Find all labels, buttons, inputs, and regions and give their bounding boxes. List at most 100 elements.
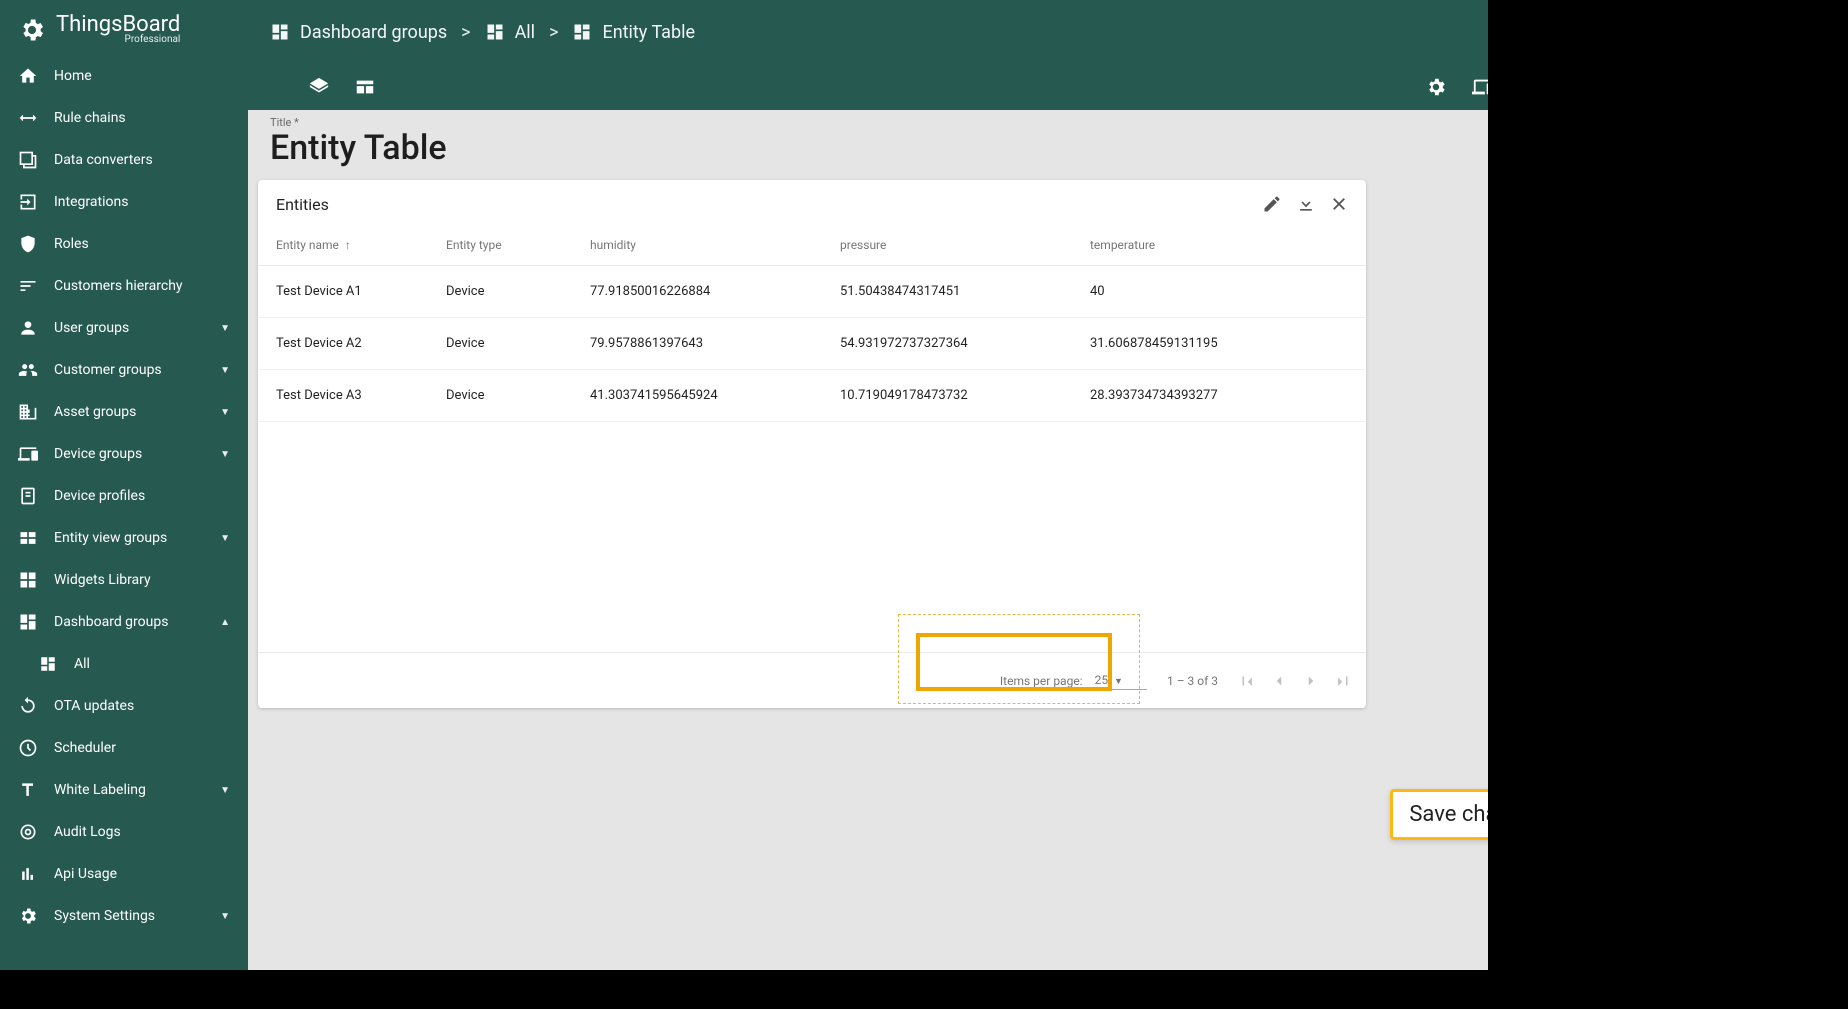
sidebar-item-label: Home — [54, 68, 92, 84]
sidebar-item-dashboard-groups[interactable]: Dashboard groups▲ — [0, 601, 248, 643]
sidebar-item-label: Audit Logs — [54, 824, 121, 840]
chevron-down-icon: ▼ — [220, 533, 230, 544]
chart-icon — [18, 864, 38, 884]
sidebar-item-system-settings[interactable]: System Settings ▼ — [0, 895, 248, 937]
arrow-up-icon: ↑ — [345, 238, 351, 252]
sidebar-item-customer-groups[interactable]: Customer groups ▼ — [0, 349, 248, 391]
widgets-icon — [18, 570, 38, 590]
download-icon[interactable] — [1296, 194, 1316, 214]
breadcrumb-separator: > — [549, 22, 558, 43]
sidebar-item-label: Data converters — [54, 152, 153, 168]
breadcrumb-page[interactable]: Entity Table — [572, 22, 695, 43]
cell-humidity: 77.91850016226884 — [590, 284, 840, 299]
breadcrumb-separator: > — [461, 22, 470, 43]
people-icon — [18, 360, 38, 380]
view-icon — [18, 528, 38, 548]
logo-icon — [18, 16, 46, 44]
next-page-icon[interactable] — [1302, 672, 1320, 690]
title-field-value[interactable]: Entity Table — [270, 128, 447, 168]
table-pagination: Items per page: 25 ▼ 1 – 3 of 3 — [258, 652, 1366, 708]
sidebar-item-data-converters[interactable]: Data converters — [0, 139, 248, 181]
first-page-icon[interactable] — [1238, 672, 1256, 690]
sidebar-item-ota-updates[interactable]: OTA updates — [0, 685, 248, 727]
table-row[interactable]: Test Device A3 Device 41.303741595645924… — [258, 370, 1366, 422]
column-header-entity-type[interactable]: Entity type — [446, 238, 590, 252]
sidebar-item-scheduler[interactable]: Scheduler — [0, 727, 248, 769]
sidebar-item-home[interactable]: Home — [0, 55, 248, 97]
update-icon — [18, 696, 38, 716]
column-header-pressure[interactable]: pressure — [840, 238, 1090, 252]
chevron-down-icon: ▼ — [220, 785, 230, 796]
pager-range: 1 – 3 of 3 — [1167, 674, 1218, 688]
sidebar-item-label: Widgets Library — [54, 572, 151, 588]
dashboards-icon — [38, 654, 58, 674]
sidebar-item-entity-view-groups[interactable]: Entity view groups ▼ — [0, 517, 248, 559]
cell-pressure: 54.931972737327364 — [840, 336, 1090, 351]
sidebar-item-label: Entity view groups — [54, 530, 167, 546]
sidebar-item-user-groups[interactable]: User groups ▼ — [0, 307, 248, 349]
sidebar-item-integrations[interactable]: Integrations — [0, 181, 248, 223]
table-row[interactable]: Test Device A1 Device 77.91850016226884 … — [258, 266, 1366, 318]
shield-icon — [18, 234, 38, 254]
sidebar-item-label: White Labeling — [54, 782, 146, 798]
sidebar-nav: Home Rule chains Data converters Integra… — [0, 55, 248, 937]
chevron-down-icon: ▼ — [220, 365, 230, 376]
chevron-down-icon: ▼ — [220, 449, 230, 460]
sidebar-item-device-groups[interactable]: Device groups▼ — [0, 433, 248, 475]
cell-temperature: 40 — [1090, 284, 1340, 299]
sidebar-item-roles[interactable]: Roles — [0, 223, 248, 265]
sidebar-item-white-labeling[interactable]: White Labeling ▼ — [0, 769, 248, 811]
sidebar-item-label: User groups — [54, 320, 129, 336]
sidebar-item-api-usage[interactable]: Api Usage — [0, 853, 248, 895]
sidebar-item-label: Customer groups — [54, 362, 162, 378]
sidebar-item-rule-chains[interactable]: Rule chains — [0, 97, 248, 139]
entities-table: Entity name↑ Entity type humidity pressu… — [258, 224, 1366, 422]
cell-pressure: 10.719049178473732 — [840, 388, 1090, 403]
layouts-icon[interactable] — [354, 76, 376, 98]
logo-subtitle: Professional — [56, 34, 180, 45]
dropdown-arrow-icon: ▼ — [1114, 677, 1123, 687]
page-size-select[interactable]: 25 ▼ — [1091, 671, 1147, 690]
breadcrumb-group[interactable]: Dashboard groups — [270, 22, 447, 43]
sidebar-item-widgets-library[interactable]: Widgets Library — [0, 559, 248, 601]
sidebar: ThingsBoard Professional Home Rule chain… — [0, 0, 248, 970]
devices-icon — [18, 444, 38, 464]
logo: ThingsBoard Professional — [0, 0, 248, 55]
sidebar-item-label: OTA updates — [54, 698, 134, 714]
cell-entity-type: Device — [446, 336, 590, 351]
chevron-down-icon: ▼ — [220, 323, 230, 334]
sidebar-item-all[interactable]: All — [0, 643, 248, 685]
sidebar-item-label: Customers hierarchy — [54, 278, 183, 294]
chevron-up-icon: ▲ — [220, 617, 230, 628]
track-icon — [18, 822, 38, 842]
settings-icon[interactable] — [1425, 76, 1447, 98]
sidebar-item-label: Rule chains — [54, 110, 126, 126]
cell-entity-name: Test Device A3 — [276, 388, 446, 403]
cell-entity-type: Device — [446, 388, 590, 403]
sidebar-item-asset-groups[interactable]: Asset groups ▼ — [0, 391, 248, 433]
close-icon[interactable] — [1330, 194, 1348, 214]
breadcrumb-all[interactable]: All — [485, 22, 536, 43]
sidebar-item-label: Asset groups — [54, 404, 136, 420]
sidebar-item-audit-logs[interactable]: Audit Logs — [0, 811, 248, 853]
profile-icon — [18, 486, 38, 506]
column-header-humidity[interactable]: humidity — [590, 238, 840, 252]
layers-icon[interactable] — [308, 76, 330, 98]
cell-entity-name: Test Device A1 — [276, 284, 446, 299]
sidebar-item-label: System Settings — [54, 908, 155, 924]
widget-title: Entities — [276, 195, 329, 214]
table-row[interactable]: Test Device A2 Device 79.9578861397643 5… — [258, 318, 1366, 370]
sidebar-item-device-profiles[interactable]: Device profiles — [0, 475, 248, 517]
edit-icon[interactable] — [1262, 194, 1282, 214]
cell-temperature: 28.393734734393277 — [1090, 388, 1340, 403]
swap-icon — [18, 108, 38, 128]
column-header-entity-name[interactable]: Entity name↑ — [276, 238, 446, 252]
input-icon — [18, 192, 38, 212]
sidebar-item-customers-hierarchy[interactable]: Customers hierarchy — [0, 265, 248, 307]
last-page-icon[interactable] — [1334, 672, 1352, 690]
chevron-down-icon: ▼ — [220, 407, 230, 418]
prev-page-icon[interactable] — [1270, 672, 1288, 690]
chevron-down-icon: ▼ — [220, 911, 230, 922]
column-header-temperature[interactable]: temperature — [1090, 238, 1340, 252]
user-icon — [18, 318, 38, 338]
